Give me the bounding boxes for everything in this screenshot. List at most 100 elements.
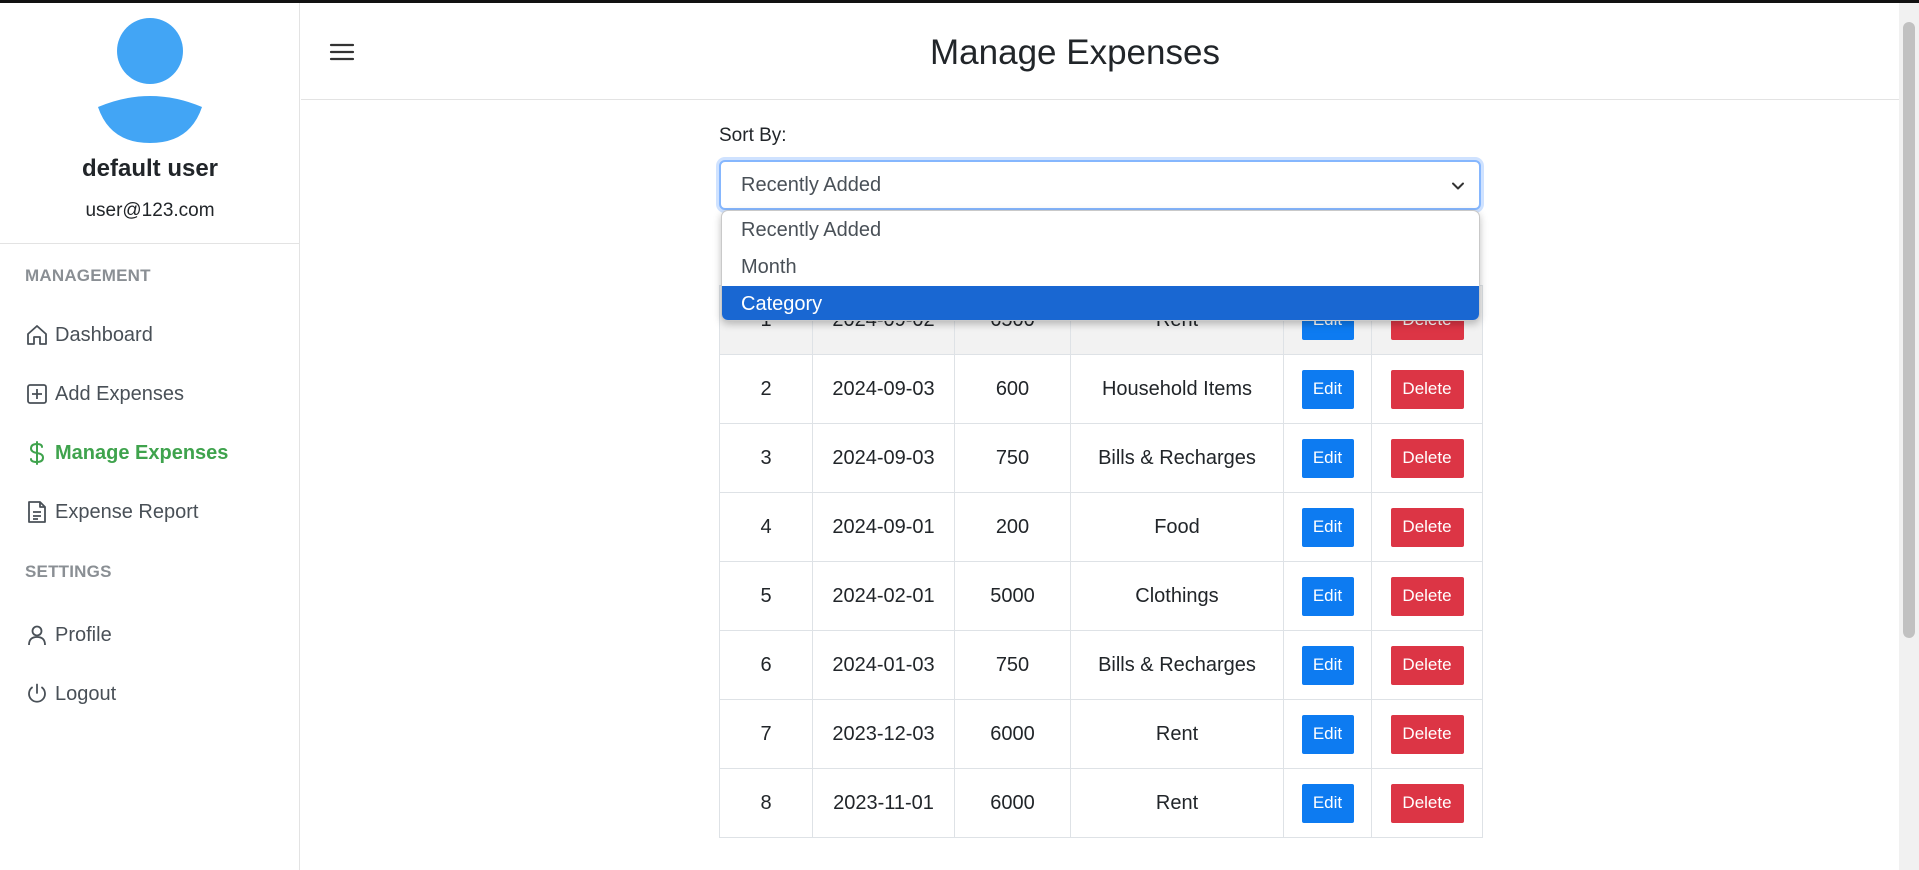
cell-category: Bills & Recharges <box>1070 630 1284 700</box>
cell-date: 2023-11-01 <box>812 768 955 838</box>
sort-select-value: Recently Added <box>741 173 882 196</box>
home-icon <box>25 323 49 347</box>
chevron-down-icon <box>1452 182 1464 190</box>
table-row: 8 2023-11-01 6000 Rent Edit Delete <box>719 768 1483 838</box>
sidebar-item-label: Logout <box>55 682 117 705</box>
cell-date: 2024-09-01 <box>812 492 955 562</box>
cell-id: 2 <box>719 354 813 424</box>
edit-button[interactable]: Edit <box>1301 369 1354 409</box>
document-icon <box>25 500 49 524</box>
cell-category: Rent <box>1070 768 1284 838</box>
settings-heading: SETTINGS <box>25 562 112 581</box>
cell-date: 2023-12-03 <box>812 699 955 769</box>
sort-option-recently-added[interactable]: Recently Added <box>722 212 1479 249</box>
sidebar-item-add-expenses[interactable]: Add Expenses <box>25 378 184 410</box>
cell-amount: 5000 <box>954 561 1071 631</box>
dollar-icon <box>25 441 49 465</box>
cell-category: Rent <box>1070 699 1284 769</box>
cell-delete: Delete <box>1371 699 1483 769</box>
cell-id: 7 <box>719 699 813 769</box>
delete-button[interactable]: Delete <box>1390 714 1464 754</box>
table-row: 4 2024-09-01 200 Food Edit Delete <box>719 492 1483 562</box>
cell-delete: Delete <box>1371 630 1483 700</box>
table-row: 6 2024-01-03 750 Bills & Recharges Edit Delet… <box>719 630 1483 700</box>
cell-category: Clothings <box>1070 561 1284 631</box>
cell-edit: Edit <box>1283 561 1372 631</box>
power-icon <box>25 682 49 706</box>
sidebar-item-expense-report[interactable]: Expense Report <box>25 496 198 528</box>
scrollbar-thumb[interactable] <box>1903 22 1915 638</box>
cell-delete: Delete <box>1371 423 1483 493</box>
sidebar-item-label: Manage Expenses <box>55 441 229 464</box>
edit-button[interactable]: Edit <box>1301 645 1354 685</box>
cell-category: Household Items <box>1070 354 1284 424</box>
management-heading: MANAGEMENT <box>25 266 151 285</box>
sidebar-item-manage-expenses[interactable]: Manage Expenses <box>25 437 228 469</box>
cell-category: Bills & Recharges <box>1070 423 1284 493</box>
cell-date: 2024-02-01 <box>812 561 955 631</box>
sidebar-divider <box>0 243 300 244</box>
cell-id: 4 <box>719 492 813 562</box>
edit-button[interactable]: Edit <box>1301 783 1354 823</box>
table-row: 2 2024-09-03 600 Household Items Edit Delete <box>719 354 1483 424</box>
cell-edit: Edit <box>1283 423 1372 493</box>
delete-button[interactable]: Delete <box>1390 783 1464 823</box>
cell-id: 3 <box>719 423 813 493</box>
cell-id: 8 <box>719 768 813 838</box>
page-header: Manage Expenses <box>301 3 1899 100</box>
edit-button[interactable]: Edit <box>1301 438 1354 478</box>
cell-amount: 6000 <box>954 768 1071 838</box>
cell-edit: Edit <box>1283 492 1372 562</box>
sidebar-item-label: Expense Report <box>55 500 199 523</box>
cell-date: 2024-01-03 <box>812 630 955 700</box>
table-row: 3 2024-09-03 750 Bills & Recharges Edit Delet… <box>719 423 1483 493</box>
sidebar: default user user@123.com MANAGEMENT Das… <box>0 3 300 870</box>
cell-delete: Delete <box>1371 354 1483 424</box>
plus-square-icon <box>25 382 49 406</box>
cell-edit: Edit <box>1283 699 1372 769</box>
sidebar-item-label: Profile <box>55 623 112 646</box>
cell-id: 5 <box>719 561 813 631</box>
sort-select[interactable]: Recently Added <box>719 160 1481 210</box>
person-icon <box>25 623 49 647</box>
sidebar-item-dashboard[interactable]: Dashboard <box>25 319 153 351</box>
cell-date: 2024-09-03 <box>812 423 955 493</box>
cell-amount: 6000 <box>954 699 1071 769</box>
delete-button[interactable]: Delete <box>1390 576 1464 616</box>
avatar <box>98 18 202 143</box>
edit-button[interactable]: Edit <box>1301 507 1354 547</box>
cell-amount: 600 <box>954 354 1071 424</box>
expenses-table: 12024-09-026500RentEditDelete22024-09-03… <box>719 285 1483 838</box>
sort-dropdown-list: Recently Added Month Category <box>721 210 1480 321</box>
sort-option-month[interactable]: Month <box>722 249 1479 286</box>
cell-edit: Edit <box>1283 354 1372 424</box>
sidebar-item-profile[interactable]: Profile <box>25 619 112 651</box>
edit-button[interactable]: Edit <box>1301 714 1354 754</box>
cell-delete: Delete <box>1371 561 1483 631</box>
cell-amount: 750 <box>954 423 1071 493</box>
cell-amount: 750 <box>954 630 1071 700</box>
user-name: default user <box>81 155 219 182</box>
user-email: user@123.com <box>85 200 215 221</box>
cell-amount: 200 <box>954 492 1071 562</box>
table-row: 7 2023-12-03 6000 Rent Edit Delete <box>719 699 1483 769</box>
cell-edit: Edit <box>1283 768 1372 838</box>
sidebar-item-label: Dashboard <box>55 323 153 346</box>
cell-edit: Edit <box>1283 630 1372 700</box>
delete-button[interactable]: Delete <box>1390 507 1464 547</box>
sidebar-item-logout[interactable]: Logout <box>25 678 116 710</box>
sidebar-item-label: Add Expenses <box>55 382 184 405</box>
cell-date: 2024-09-03 <box>812 354 955 424</box>
cell-id: 6 <box>719 630 813 700</box>
delete-button[interactable]: Delete <box>1390 369 1464 409</box>
cell-category: Food <box>1070 492 1284 562</box>
cell-delete: Delete <box>1371 768 1483 838</box>
delete-button[interactable]: Delete <box>1390 645 1464 685</box>
cell-delete: Delete <box>1371 492 1483 562</box>
sort-option-category[interactable]: Category <box>722 286 1479 320</box>
page-title: Manage Expenses <box>930 33 1220 72</box>
edit-button[interactable]: Edit <box>1301 576 1354 616</box>
sort-label: Sort By: <box>719 125 787 146</box>
table-row: 5 2024-02-01 5000 Clothings Edit Delete <box>719 561 1483 631</box>
delete-button[interactable]: Delete <box>1390 438 1464 478</box>
